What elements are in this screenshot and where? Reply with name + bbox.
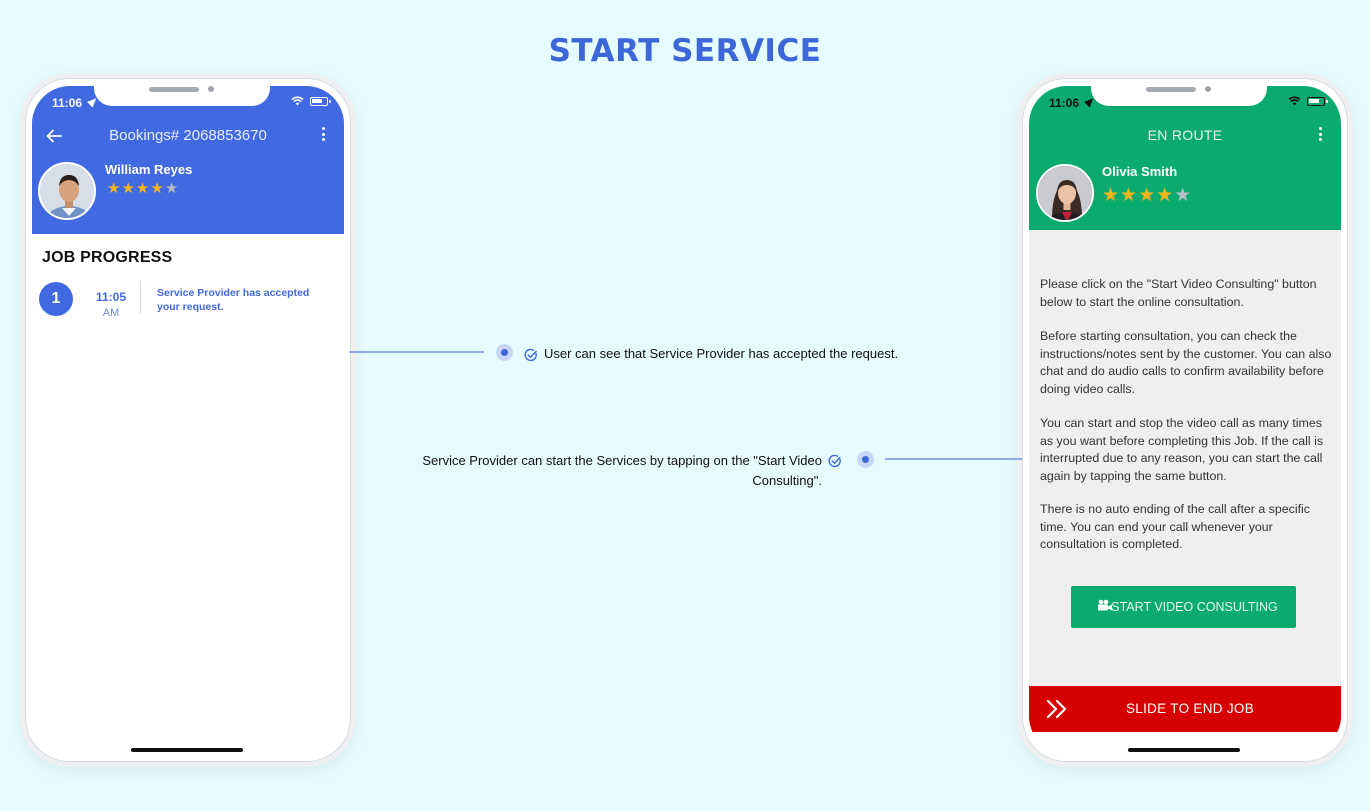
- avatar: [38, 162, 96, 220]
- battery-icon: [310, 97, 331, 106]
- job-status-title: EN ROUTE: [1147, 127, 1223, 143]
- star-icon: ★: [135, 180, 151, 197]
- step-number: 1: [39, 282, 73, 316]
- provider-note-connector: [885, 458, 1022, 460]
- booking-number-title: Bookings# 2068853670: [109, 127, 267, 144]
- provider-phone-screen: 11:06 EN ROUTE Olivia Smith ★★★★★ Please…: [1029, 86, 1341, 754]
- speaker: [149, 87, 199, 92]
- page-title: START SERVICE: [548, 33, 822, 69]
- booking-header: 11:06 Bookings# 2068853670 William Reyes: [32, 86, 344, 234]
- check-circle-icon: [524, 348, 537, 362]
- home-indicator: [1128, 748, 1240, 752]
- instruction-paragraph: There is no auto ending of the call afte…: [1040, 502, 1310, 551]
- star-icon: ★: [1156, 185, 1175, 206]
- camera: [208, 86, 214, 92]
- phone-notch: [1091, 79, 1267, 106]
- instruction-paragraph: Please click on the "Start Video Consult…: [1040, 277, 1317, 309]
- star-icon: ★: [107, 180, 122, 197]
- instruction-paragraph: You can start and stop the video call as…: [1040, 416, 1324, 483]
- status-time: 11:06: [1049, 96, 1080, 110]
- kebab-menu-icon[interactable]: [1319, 127, 1323, 143]
- step-time: 11:05: [95, 290, 127, 304]
- user-note-marker: [496, 344, 513, 361]
- provider-note-line: Consulting".: [752, 473, 822, 488]
- start-video-consulting-label: START VIDEO CONSULTING: [1111, 600, 1278, 614]
- instruction-paragraph: Before starting consultation, you can ch…: [1040, 329, 1332, 396]
- star-icon: ★: [150, 180, 165, 197]
- user-note-connector: [349, 351, 484, 353]
- star-icon: ★: [1102, 185, 1121, 206]
- slide-to-end-job[interactable]: SLIDE TO END JOB: [1029, 686, 1341, 732]
- star-icon: ★: [164, 180, 180, 197]
- home-indicator: [131, 748, 243, 752]
- woman-portrait-icon: [1038, 166, 1092, 220]
- provider-note-marker: [857, 451, 874, 468]
- kebab-menu-icon[interactable]: [322, 127, 326, 143]
- rating-stars: ★★★★★: [1102, 184, 1192, 207]
- en-route-header: 11:06 EN ROUTE Olivia Smith ★★★★★: [1029, 86, 1341, 230]
- speaker: [1146, 87, 1196, 92]
- man-portrait-icon: [40, 164, 94, 218]
- job-progress-heading: JOB PROGRESS: [42, 249, 173, 266]
- step-description: Service Provider has accepted your reque…: [157, 287, 310, 313]
- step-ampm: AM: [102, 307, 120, 319]
- user-name: William Reyes: [105, 162, 193, 177]
- provider-phone: 11:06 EN ROUTE Olivia Smith ★★★★★ Please…: [1022, 78, 1348, 762]
- status-time: 11:06: [52, 96, 83, 110]
- video-camera-icon: [1098, 599, 1112, 611]
- phone-notch: [94, 79, 270, 106]
- check-circle-icon: [828, 454, 841, 468]
- wifi-icon: [1288, 96, 1301, 106]
- camera: [1205, 86, 1211, 92]
- user-phone: 11:06 Bookings# 2068853670 William Reyes: [25, 78, 351, 762]
- provider-note-line: Service Provider can start the Services …: [422, 453, 822, 468]
- start-video-consulting-button[interactable]: START VIDEO CONSULTING: [1071, 586, 1296, 628]
- user-note-text: User can see that Service Provider has a…: [544, 346, 899, 361]
- user-phone-screen: 11:06 Bookings# 2068853670 William Reyes: [32, 86, 344, 754]
- wifi-icon: [291, 96, 304, 106]
- star-icon: ★: [1120, 185, 1139, 206]
- step-divider: [140, 282, 141, 314]
- star-icon: ★: [1138, 185, 1157, 206]
- provider-name: Olivia Smith: [1102, 164, 1178, 179]
- slide-to-end-job-label: SLIDE TO END JOB: [1125, 701, 1255, 716]
- provider-note-text: Service Provider can start the Services …: [360, 451, 822, 491]
- star-icon: ★: [1174, 185, 1193, 206]
- star-icon: ★: [121, 180, 136, 197]
- battery-icon: [1307, 97, 1328, 106]
- avatar: [1036, 164, 1094, 222]
- rating-stars: ★★★★★: [107, 179, 179, 197]
